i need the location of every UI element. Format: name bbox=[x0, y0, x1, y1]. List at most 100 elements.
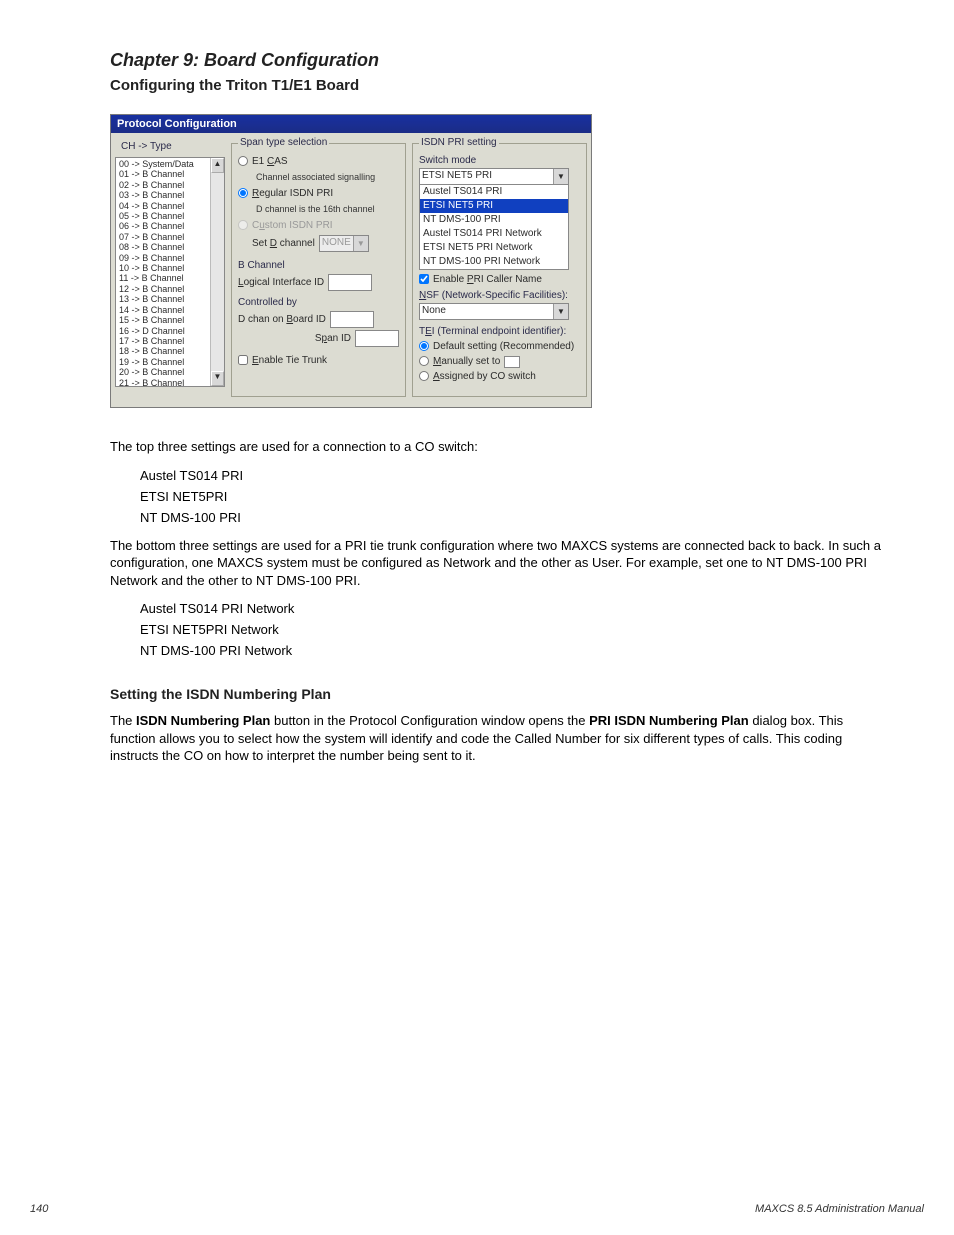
channel-row[interactable]: 13 -> B Channel bbox=[116, 294, 210, 304]
p3c: button in the Protocol Configuration win… bbox=[270, 713, 589, 728]
switch-mode-listbox[interactable]: Austel TS014 PRIETSI NET5 PRINT DMS-100 … bbox=[419, 184, 569, 270]
enable-caller-label: Enable PRI Caller Name bbox=[433, 274, 542, 286]
scroll-down-icon[interactable]: ▼ bbox=[211, 371, 224, 386]
channel-row[interactable]: 07 -> B Channel bbox=[116, 232, 210, 242]
setd-dropdown[interactable]: NONE ▼ bbox=[319, 235, 369, 252]
list-item: NT DMS-100 PRI Network bbox=[140, 643, 890, 658]
scroll-bar[interactable]: ▲ ▼ bbox=[210, 158, 224, 386]
channel-list-header: CH -> Type bbox=[115, 137, 225, 157]
window-title: Protocol Configuration bbox=[111, 115, 591, 133]
chapter-hint: Chapter 9: Board Configuration bbox=[110, 50, 924, 71]
span-id-input[interactable] bbox=[355, 330, 399, 347]
chevron-down-icon: ▼ bbox=[553, 169, 568, 184]
channel-row[interactable]: 05 -> B Channel bbox=[116, 211, 210, 221]
p3d: PRI ISDN Numbering Plan bbox=[589, 713, 749, 728]
radio-custom[interactable]: Custom ISDN PRI bbox=[238, 220, 399, 232]
switch-mode-option[interactable]: Austel TS014 PRI bbox=[420, 185, 568, 199]
channel-row[interactable]: 06 -> B Channel bbox=[116, 221, 210, 231]
tei-assigned-label: Assigned by CO switch bbox=[433, 371, 536, 383]
list-item: NT DMS-100 PRI bbox=[140, 510, 890, 525]
enable-tie-row[interactable]: Enable Tie Trunk bbox=[238, 355, 399, 367]
channel-row[interactable]: 15 -> B Channel bbox=[116, 315, 210, 325]
switch-mode-option[interactable]: NT DMS-100 PRI bbox=[420, 213, 568, 227]
enable-caller-checkbox[interactable] bbox=[419, 274, 429, 284]
paragraph-2: The bottom three settings are used for a… bbox=[110, 537, 890, 590]
controlled-by-label: Controlled by bbox=[238, 297, 399, 309]
radio-custom-label: Custom ISDN PRI bbox=[252, 220, 333, 232]
switch-mode-option[interactable]: ETSI NET5 PRI Network bbox=[420, 241, 568, 255]
radio-regular-input[interactable] bbox=[238, 188, 248, 198]
regular-sub: D channel is the 16th channel bbox=[256, 203, 399, 215]
channel-row[interactable]: 10 -> B Channel bbox=[116, 263, 210, 273]
radio-custom-input[interactable] bbox=[238, 220, 248, 230]
radio-regular-label: Regular ISDN PRI bbox=[252, 188, 333, 200]
enable-tie-checkbox[interactable] bbox=[238, 355, 248, 365]
e1cas-sub: Channel associated signalling bbox=[256, 171, 399, 183]
isdn-pri-group: ISDN PRI setting Switch mode ETSI NET5 P… bbox=[412, 137, 587, 397]
channel-row[interactable]: 02 -> B Channel bbox=[116, 180, 210, 190]
tei-manual-input[interactable] bbox=[504, 356, 520, 368]
channel-row[interactable]: 19 -> B Channel bbox=[116, 357, 210, 367]
span-id-label: Span ID bbox=[315, 333, 351, 345]
radio-regular[interactable]: Regular ISDN PRI bbox=[238, 188, 399, 200]
page-footer: 140 MAXCS 8.5 Administration Manual bbox=[30, 1203, 924, 1215]
tei-default-radio[interactable] bbox=[419, 341, 429, 351]
tei-manual-row[interactable]: Manually set to bbox=[419, 356, 580, 368]
channel-list[interactable]: 00 -> System/Data01 -> B Channel02 -> B … bbox=[115, 157, 225, 387]
channel-row[interactable]: 21 -> B Channel bbox=[116, 378, 210, 387]
setd-value: NONE bbox=[322, 237, 351, 248]
dchan-board-input[interactable] bbox=[330, 311, 374, 328]
radio-e1cas[interactable]: E1 CAS bbox=[238, 156, 399, 168]
switch-mode-value: ETSI NET5 PRI bbox=[422, 170, 492, 181]
scroll-up-icon[interactable]: ▲ bbox=[211, 158, 224, 173]
switch-mode-option[interactable]: Austel TS014 PRI Network bbox=[420, 227, 568, 241]
logical-id-input[interactable] bbox=[328, 274, 372, 291]
span-type-group: Span type selection E1 CAS Channel assoc… bbox=[231, 137, 406, 397]
bchannel-label: B Channel bbox=[238, 260, 399, 272]
tei-default-row[interactable]: Default setting (Recommended) bbox=[419, 341, 580, 353]
channel-row[interactable]: 03 -> B Channel bbox=[116, 190, 210, 200]
co-switch-list: Austel TS014 PRI ETSI NET5PRI NT DMS-100 P… bbox=[140, 468, 890, 525]
channel-row[interactable]: 20 -> B Channel bbox=[116, 367, 210, 377]
channel-row[interactable]: 04 -> B Channel bbox=[116, 201, 210, 211]
list-item: ETSI NET5PRI bbox=[140, 489, 890, 504]
channel-row[interactable]: 16 -> D Channel bbox=[116, 326, 210, 336]
switch-mode-option[interactable]: NT DMS-100 PRI Network bbox=[420, 255, 568, 269]
list-item: ETSI NET5PRI Network bbox=[140, 622, 890, 637]
chevron-down-icon: ▼ bbox=[353, 236, 368, 251]
tei-label: TEI (Terminal endpoint identifier): bbox=[419, 326, 580, 338]
p3a: The bbox=[110, 713, 136, 728]
list-item: Austel TS014 PRI bbox=[140, 468, 890, 483]
channel-row[interactable]: 09 -> B Channel bbox=[116, 253, 210, 263]
subsection-heading: Setting the ISDN Numbering Plan bbox=[110, 686, 924, 702]
page-number: 140 bbox=[30, 1203, 48, 1215]
channel-row[interactable]: 14 -> B Channel bbox=[116, 305, 210, 315]
chevron-down-icon: ▼ bbox=[553, 304, 568, 319]
protocol-config-window: Protocol Configuration CH -> Type 00 -> … bbox=[110, 114, 592, 408]
paragraph-3: The ISDN Numbering Plan button in the Pr… bbox=[110, 712, 890, 765]
radio-e1cas-input[interactable] bbox=[238, 156, 248, 166]
tei-manual-label: Manually set to bbox=[433, 356, 500, 368]
tei-assigned-radio[interactable] bbox=[419, 371, 429, 381]
channel-row[interactable]: 01 -> B Channel bbox=[116, 169, 210, 179]
tei-manual-radio[interactable] bbox=[419, 356, 429, 366]
nsf-value: None bbox=[422, 305, 446, 316]
channel-row[interactable]: 11 -> B Channel bbox=[116, 273, 210, 283]
enable-caller-row[interactable]: Enable PRI Caller Name bbox=[419, 274, 580, 286]
p3b: ISDN Numbering Plan bbox=[136, 713, 270, 728]
tei-default-label: Default setting (Recommended) bbox=[433, 341, 574, 353]
section-title: Configuring the Triton T1/E1 Board bbox=[110, 77, 924, 94]
isdn-pri-legend: ISDN PRI setting bbox=[419, 137, 499, 149]
channel-row[interactable]: 17 -> B Channel bbox=[116, 336, 210, 346]
list-item: Austel TS014 PRI Network bbox=[140, 601, 890, 616]
switch-mode-option[interactable]: ETSI NET5 PRI bbox=[420, 199, 568, 213]
tei-assigned-row[interactable]: Assigned by CO switch bbox=[419, 371, 580, 383]
radio-e1cas-label: E1 CAS bbox=[252, 156, 288, 168]
channel-row[interactable]: 12 -> B Channel bbox=[116, 284, 210, 294]
channel-row[interactable]: 00 -> System/Data bbox=[116, 159, 210, 169]
channel-row[interactable]: 18 -> B Channel bbox=[116, 346, 210, 356]
nsf-dropdown[interactable]: None ▼ bbox=[419, 303, 569, 320]
switch-mode-dropdown[interactable]: ETSI NET5 PRI ▼ bbox=[419, 168, 569, 185]
channel-row[interactable]: 08 -> B Channel bbox=[116, 242, 210, 252]
network-list: Austel TS014 PRI Network ETSI NET5PRI Net… bbox=[140, 601, 890, 658]
